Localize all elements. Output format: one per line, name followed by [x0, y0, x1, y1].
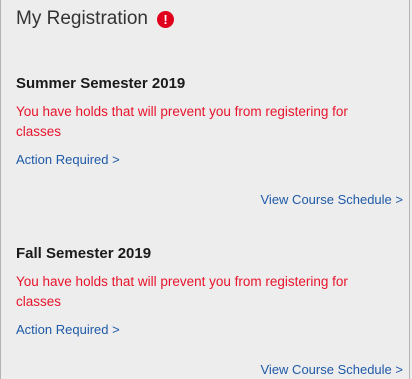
hold-message: You have holds that will prevent you fro… [16, 274, 348, 309]
exclamation-circle-icon: ! [157, 11, 174, 28]
hold-message: You have holds that will prevent you fro… [16, 104, 348, 139]
term-summer-2019: Summer Semester 2019 You have holds that… [16, 74, 409, 207]
view-course-schedule-link[interactable]: View Course Schedule > [261, 191, 404, 209]
action-required-link[interactable]: Action Required > [16, 151, 120, 169]
registration-panel: My Registration ! Summer Semester 2019 Y… [0, 0, 410, 379]
term-title: Fall Semester 2019 [16, 245, 152, 262]
registration-header: My Registration ! [16, 6, 174, 32]
page-title: My Registration [16, 8, 148, 29]
term-title: Summer Semester 2019 [16, 75, 186, 92]
action-required-link[interactable]: Action Required > [16, 321, 120, 339]
term-fall-2019: Fall Semester 2019 You have holds that w… [16, 244, 409, 377]
view-course-schedule-link[interactable]: View Course Schedule > [261, 361, 404, 379]
